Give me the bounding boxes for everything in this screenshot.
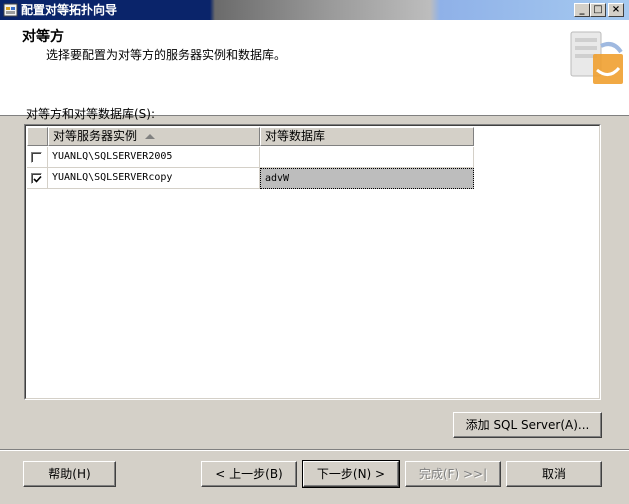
server-cell[interactable]: YUANLQ\SQLSERVER2005	[48, 147, 260, 168]
close-button[interactable]: ×	[608, 3, 624, 17]
finish-button[interactable]: 完成(F) >>|	[405, 461, 501, 487]
wizard-header: 对等方 选择要配置为对等方的服务器实例和数据库。	[0, 20, 629, 116]
grid-corner-header	[27, 127, 48, 146]
peer-checkbox[interactable]	[31, 173, 42, 184]
page-title: 对等方	[22, 29, 64, 45]
row-checkbox-cell[interactable]	[27, 168, 48, 189]
window-title: 配置对等拓扑向导	[21, 3, 118, 17]
add-sql-server-button[interactable]: 添加 SQL Server(A)...	[453, 412, 602, 438]
back-button[interactable]: < 上一步(B)	[201, 461, 297, 487]
cancel-button[interactable]: 取消	[506, 461, 602, 487]
peers-label: 对等方和对等数据库(S):	[26, 107, 156, 121]
column-header-database-label: 对等数据库	[265, 129, 326, 143]
peers-grid[interactable]: 对等服务器实例 对等数据库 YUANLQ\SQLSERVER2005 YUANL…	[24, 124, 601, 400]
peer-checkbox[interactable]	[31, 152, 42, 163]
row-checkbox-cell[interactable]	[27, 147, 48, 168]
database-cell[interactable]	[260, 147, 474, 168]
column-header-server-label: 对等服务器实例	[53, 129, 138, 143]
table-row[interactable]: YUANLQ\SQLSERVER2005	[27, 147, 474, 168]
table-row[interactable]: YUANLQ\SQLSERVERcopy advW	[27, 168, 474, 189]
minimize-button[interactable]: _	[574, 3, 590, 17]
column-header-server[interactable]: 对等服务器实例	[48, 127, 260, 146]
app-icon	[3, 2, 19, 18]
help-button[interactable]: 帮助(H)	[23, 461, 116, 487]
next-button[interactable]: 下一步(N) >	[302, 460, 400, 488]
column-header-database[interactable]: 对等数据库	[260, 127, 474, 146]
checkmark-icon	[33, 175, 42, 183]
footer-separator	[0, 449, 629, 451]
server-cell[interactable]: YUANLQ\SQLSERVERcopy	[48, 168, 260, 189]
database-cell[interactable]: advW	[260, 168, 474, 189]
title-bar[interactable]: 配置对等拓扑向导 _ □ ×	[0, 0, 629, 20]
wizard-banner-icon	[567, 26, 625, 86]
sort-ascending-icon	[145, 134, 155, 139]
maximize-button[interactable]: □	[590, 3, 606, 17]
page-subtitle: 选择要配置为对等方的服务器实例和数据库。	[46, 48, 287, 62]
